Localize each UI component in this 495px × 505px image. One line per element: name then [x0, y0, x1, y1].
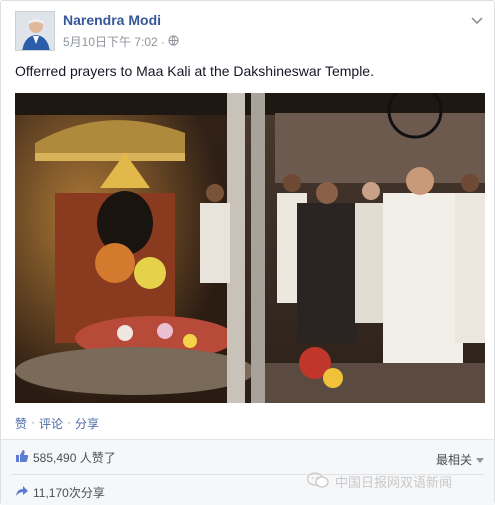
author-name[interactable]: Narendra Modi — [63, 12, 161, 28]
watermark: 中国日报网双语新闻 — [306, 472, 453, 491]
post-timestamp[interactable]: 5月10日下午 7:02 — [63, 33, 158, 50]
comment-link[interactable]: 评论 — [39, 415, 63, 432]
meta-separator: · — [160, 34, 165, 49]
shares-summary[interactable]: 11,170次分享 — [15, 484, 105, 501]
like-link[interactable]: 赞 — [15, 415, 27, 432]
share-link[interactable]: 分享 — [75, 415, 99, 432]
comment-sort[interactable]: 最相关 — [436, 451, 484, 468]
watermark-text: 中国日报网双语新闻 — [335, 475, 453, 490]
share-arrow-icon — [15, 484, 29, 501]
avatar[interactable] — [15, 11, 55, 51]
chevron-down-icon[interactable] — [470, 13, 484, 25]
post-text: Offerred prayers to Maa Kali at the Daks… — [15, 63, 374, 79]
likes-count: 585,490 人赞了 — [33, 451, 116, 465]
post-meta: 5月10日下午 7:02 · — [63, 33, 179, 50]
action-separator: · — [31, 415, 36, 429]
wechat-icon — [306, 472, 329, 491]
globe-icon — [168, 34, 179, 49]
likes-summary[interactable]: 585,490 人赞了 — [15, 449, 116, 466]
post-card: Narendra Modi 5月10日下午 7:02 · Offerred pr… — [0, 0, 495, 505]
action-separator: · — [67, 415, 72, 429]
post-photo[interactable] — [15, 93, 485, 403]
shares-count: 11,170次分享 — [33, 486, 105, 500]
post-actions: 赞 · 评论 · 分享 — [15, 415, 99, 432]
caret-down-icon — [476, 453, 484, 467]
sort-label: 最相关 — [435, 453, 472, 467]
thumbs-up-icon — [15, 449, 29, 466]
